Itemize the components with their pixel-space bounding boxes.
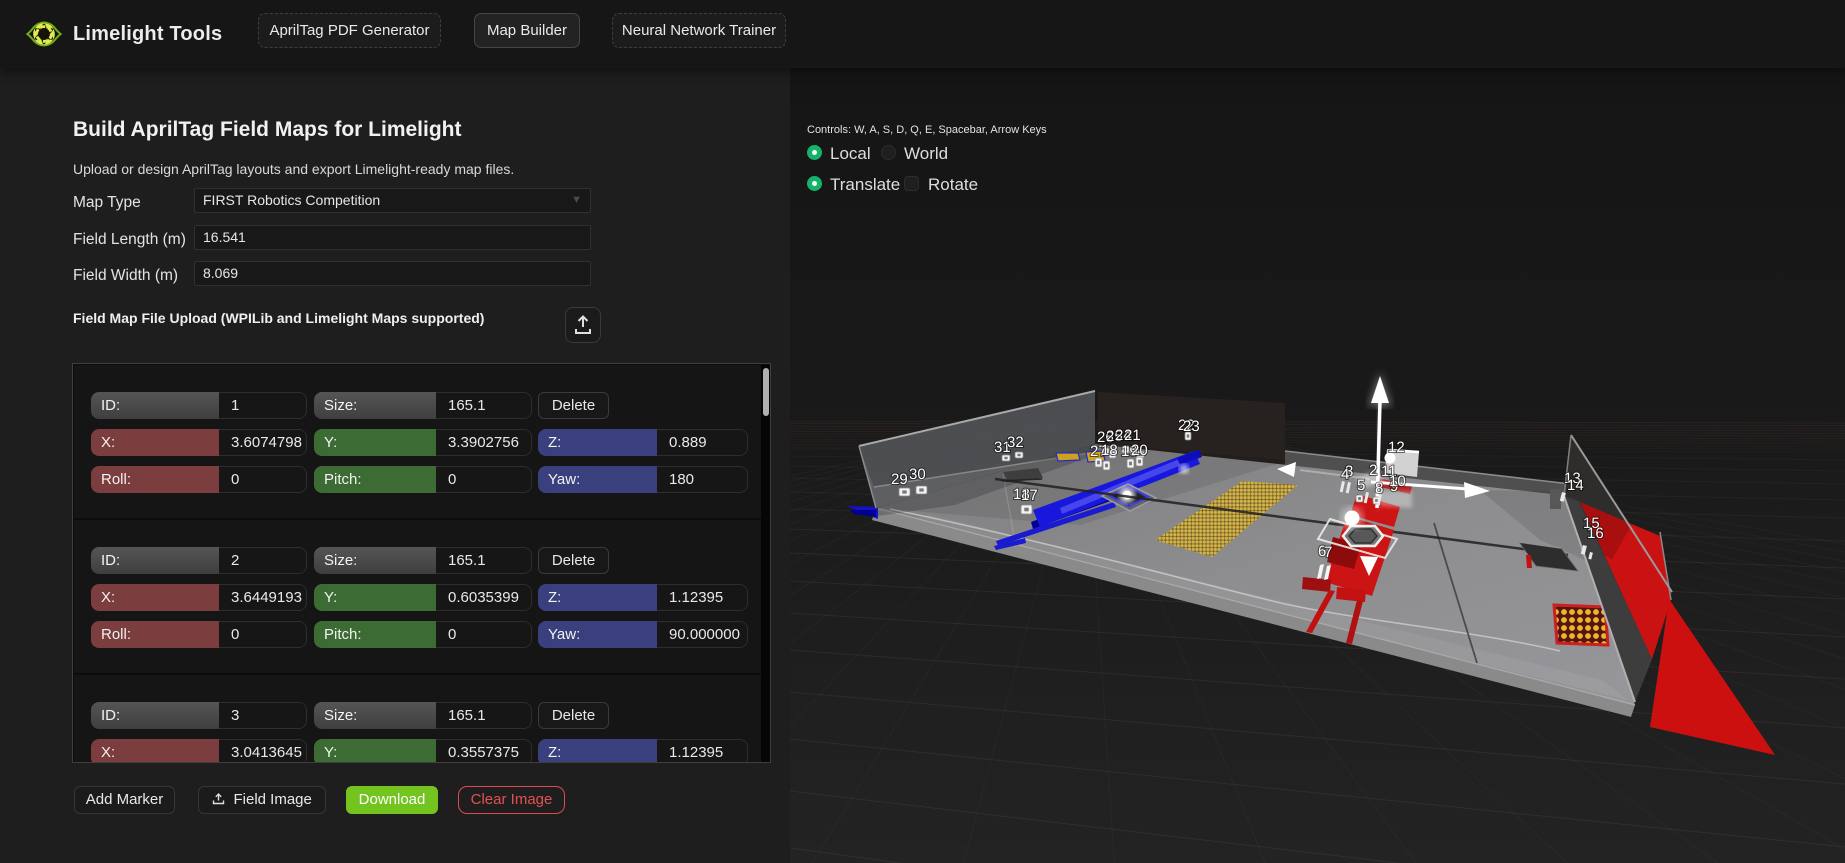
svg-text:5: 5 (1357, 477, 1365, 494)
svg-text:29: 29 (891, 471, 908, 488)
svg-text:18: 18 (1101, 442, 1118, 459)
svg-text:10: 10 (1389, 473, 1406, 490)
svg-text:4: 4 (1341, 466, 1349, 483)
svg-text:14: 14 (1567, 477, 1584, 494)
svg-text:16: 16 (1587, 525, 1604, 542)
svg-text:2: 2 (1369, 462, 1377, 479)
svg-text:23: 23 (1183, 418, 1200, 435)
svg-text:17: 17 (1021, 487, 1038, 504)
svg-text:7: 7 (1324, 544, 1332, 561)
svg-text:30: 30 (909, 466, 926, 483)
svg-text:20: 20 (1131, 442, 1148, 459)
svg-text:32: 32 (1007, 434, 1024, 451)
svg-text:8: 8 (1375, 480, 1383, 497)
svg-text:12: 12 (1388, 439, 1405, 456)
